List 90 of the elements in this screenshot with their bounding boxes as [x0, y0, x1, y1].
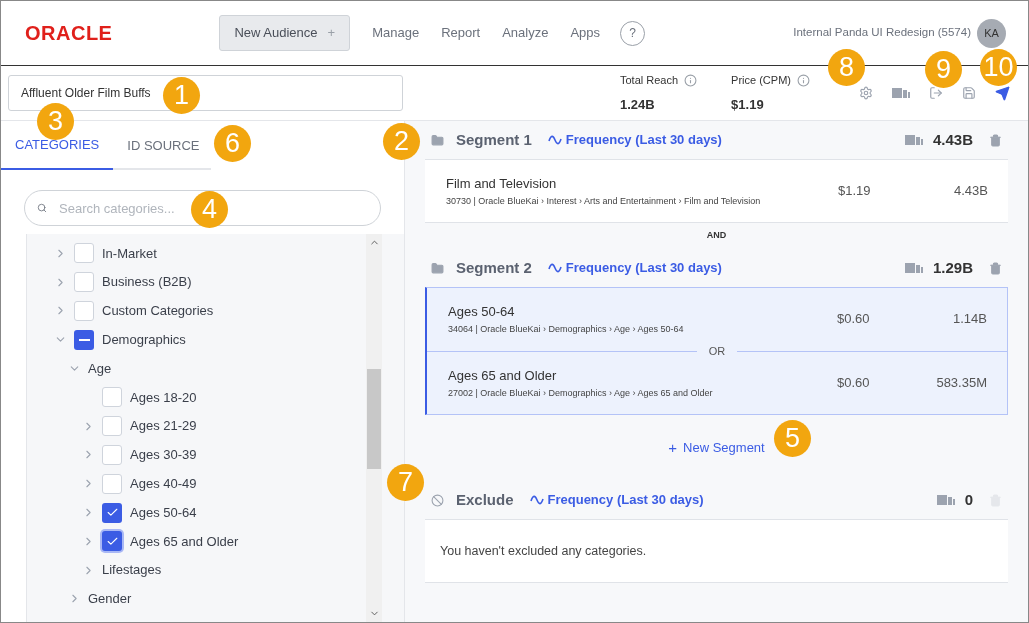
category-price: $0.60	[837, 374, 871, 393]
metric-label: Price (CPM)	[731, 73, 791, 88]
tree-item[interactable]: Ages 18-20	[130, 387, 197, 408]
info-icon[interactable]	[797, 73, 810, 87]
frequency-link[interactable]: Frequency (Last 30 days)	[529, 490, 704, 510]
logo[interactable]: ORACLE	[25, 18, 113, 48]
checkbox[interactable]	[74, 272, 94, 293]
new-audience-button[interactable]: New Audience +	[219, 15, 351, 51]
nav-link[interactable]: Manage	[372, 23, 420, 43]
folder-icon	[431, 133, 444, 147]
and-label: AND	[706, 229, 727, 243]
tree-item[interactable]: In-Market	[102, 243, 157, 264]
tree-item[interactable]: Demographics	[102, 330, 186, 350]
checkbox[interactable]	[102, 473, 122, 494]
tree-item[interactable]: Business (B2B)	[102, 272, 192, 292]
tree-item[interactable]: Lifestages	[102, 560, 162, 580]
checkbox[interactable]	[74, 301, 94, 321]
category-reach: 1.14B	[952, 310, 987, 329]
delete-icon[interactable]	[989, 261, 1002, 275]
tree-item[interactable]: Gender	[88, 589, 132, 609]
category-path: 34064 | Oracle BlueKai › Demographics › Age › Ages 50-64	[448, 323, 685, 336]
frequency-link[interactable]: Frequency (Last 30 days)	[547, 258, 722, 278]
export-icon[interactable]	[929, 86, 943, 100]
tree-item[interactable]: Ages 40-49	[130, 474, 197, 494]
callout-badge: 3	[37, 103, 74, 140]
nav-link[interactable]: Apps	[570, 23, 601, 43]
tree-item[interactable]: Ages 30-39	[130, 445, 197, 465]
tree-item[interactable]: Ages 50-64	[130, 502, 197, 523]
segment-title: Exclude	[456, 489, 514, 510]
checkbox[interactable]	[102, 444, 122, 465]
category-name: Ages 65 and Older	[448, 366, 558, 385]
segment-reach: 1.29B	[932, 257, 973, 278]
devices-icon	[904, 262, 923, 274]
category-price: $0.60	[837, 310, 871, 329]
save-icon[interactable]	[962, 86, 976, 100]
callout-badge: 1	[163, 77, 200, 114]
nav-link[interactable]: Report	[441, 23, 481, 43]
wave-icon	[547, 135, 562, 145]
metric-label: Total Reach	[620, 73, 679, 88]
checkbox[interactable]	[74, 243, 94, 264]
empty-message: You haven't excluded any categories.	[440, 542, 647, 560]
callout-badge: 4	[191, 191, 228, 228]
info-icon[interactable]	[684, 73, 698, 87]
category-price: $1.19	[838, 182, 872, 201]
delete-icon[interactable]	[989, 133, 1002, 147]
checkbox[interactable]	[102, 387, 122, 408]
wave-icon	[529, 495, 544, 505]
metric-value: $1.19	[731, 95, 765, 114]
category-path: 27002 | Oracle BlueKai › Demographics › Age › Ages 65 and Older	[448, 387, 714, 400]
avatar[interactable]: KA	[977, 18, 1006, 48]
checkbox[interactable]	[102, 416, 122, 437]
tab[interactable]: ID SOURCE	[113, 121, 214, 170]
segment-card[interactable]: Ages 50-64 34064 | Oracle BlueKai › Demographics › Age › Ages 50-64 $0.60 1.14B OR Ages 65 and Older 27002 | Oracle BlueKai › Demographics › Age › Ages 65 and Older $0.60 583.35M	[425, 287, 1008, 415]
wave-icon	[547, 263, 562, 273]
scrollbar[interactable]	[366, 234, 382, 622]
callout-badge: 6	[214, 125, 251, 162]
tree-item[interactable]: Ages 21-29	[130, 416, 197, 436]
devices-icon	[904, 134, 923, 146]
category-name: Film and Television	[446, 174, 558, 193]
callout-badge: 9	[925, 51, 962, 88]
devices-icon	[892, 87, 910, 99]
callout-badge: 10	[980, 49, 1017, 86]
checkbox[interactable]	[102, 531, 122, 552]
folder-icon	[431, 261, 444, 275]
nav-link[interactable]: Analyze	[502, 23, 549, 43]
segment-reach: 4.43B	[932, 129, 973, 150]
devices-icon	[936, 494, 955, 506]
settings-icon[interactable]	[859, 86, 873, 100]
category-name: Ages 50-64	[448, 302, 516, 321]
exclude-icon	[431, 493, 444, 507]
category-reach: 4.43B	[953, 182, 988, 201]
tree-item[interactable]: Age	[88, 358, 112, 379]
scrollbar-thumb[interactable]	[367, 369, 381, 469]
checkbox[interactable]	[102, 502, 122, 523]
tree-item[interactable]: Custom Categories	[102, 301, 214, 321]
category-path: 30730 | Oracle BlueKai › Interest › Arts and Entertainment › Film and Television	[446, 195, 762, 208]
segment-reach: 0	[964, 489, 973, 510]
search-icon	[37, 203, 47, 213]
segment-card[interactable]: Film and Television 30730 | Oracle BlueKai › Interest › Arts and Entertainment › Film and Television $1.19 4.43B	[425, 159, 1008, 223]
account-name[interactable]: Internal Panda UI Redesign (5574)	[793, 24, 971, 42]
callout-badge: 8	[828, 49, 865, 86]
segment-title: Segment 2	[456, 257, 532, 278]
checkbox[interactable]	[74, 329, 94, 350]
tree-item[interactable]: Ages 65 and Older	[130, 531, 239, 552]
segment-title: Segment 1	[456, 129, 532, 150]
send-icon[interactable]	[995, 85, 1010, 101]
metric-value: 1.24B	[620, 95, 656, 114]
category-reach: 583.35M	[935, 374, 987, 393]
frequency-link[interactable]: Frequency (Last 30 days)	[547, 130, 722, 150]
new-segment-button[interactable]: + New Segment	[668, 436, 765, 460]
